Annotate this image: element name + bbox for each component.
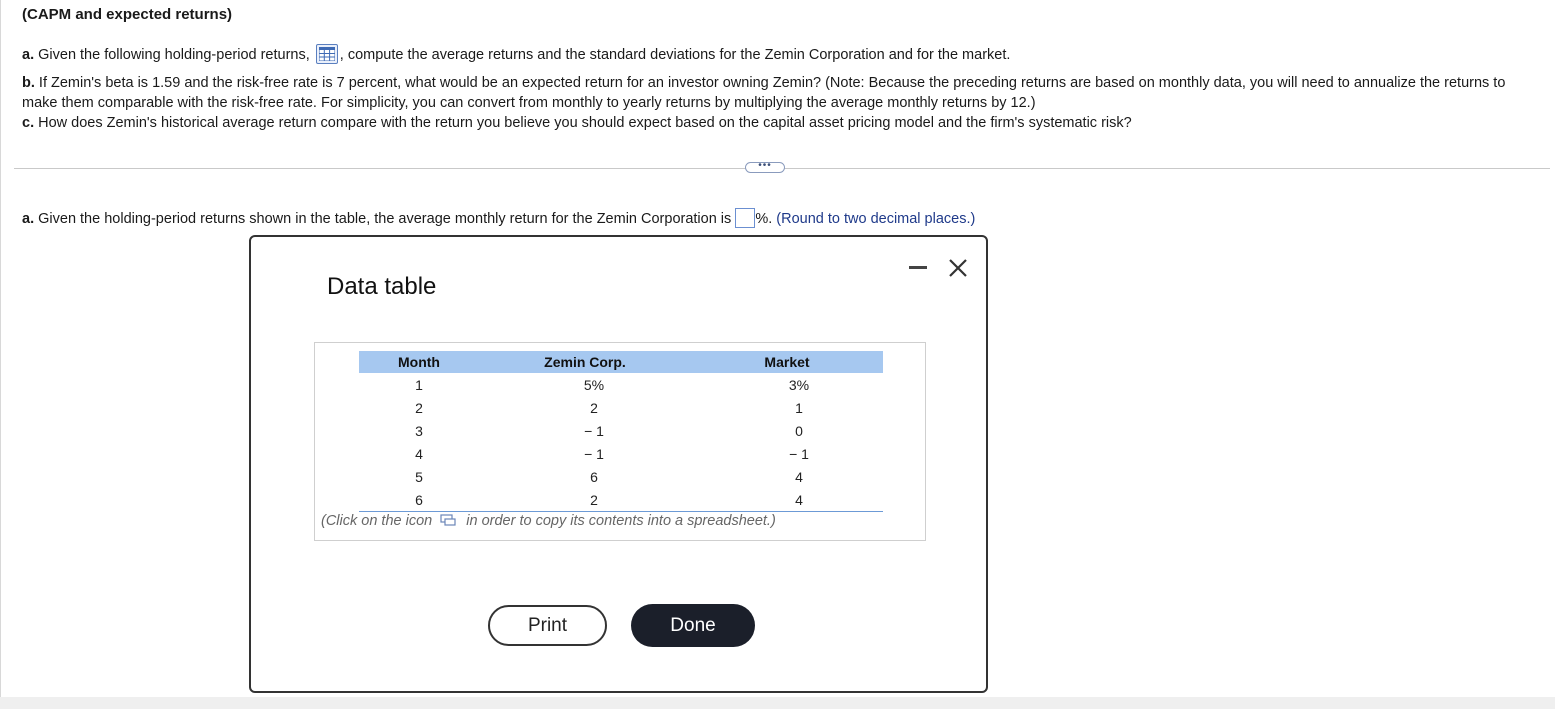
part-b-letter: b. — [22, 75, 35, 91]
answer-letter: a. — [22, 211, 35, 227]
cell-month: 5 — [415, 468, 423, 485]
question-part-c: c. How does Zemin's historical average r… — [22, 113, 1132, 133]
cell-market: − 1 — [789, 445, 809, 462]
answer-prompt: a. Given the holding-period returns show… — [22, 208, 975, 229]
part-c-text: How does Zemin's historical average retu… — [38, 115, 1132, 131]
table-row: 3 − 1 0 — [359, 419, 883, 442]
cell-month: 1 — [415, 376, 423, 393]
table-row: 2 2 1 — [359, 396, 883, 419]
table-row: 1 5% 3% — [359, 373, 883, 396]
data-table-dialog: Data table Month Zemin Corp. Market 1 5%… — [249, 235, 988, 693]
copy-instructions: (Click on the icon in order to copy its … — [321, 513, 776, 529]
part-a-letter: a. — [22, 47, 35, 63]
returns-table: Month Zemin Corp. Market 1 5% 3% 2 2 1 3 — [359, 351, 883, 512]
cell-market: 1 — [795, 399, 803, 416]
problem-title: (CAPM and expected returns) — [22, 6, 233, 23]
cell-zemin: − 1 — [584, 445, 604, 462]
part-c-letter: c. — [22, 115, 35, 131]
question-part-b: b. If Zemin's beta is 1.59 and the risk-… — [22, 73, 1537, 113]
part-b-text: If Zemin's beta is 1.59 and the risk-fre… — [22, 75, 1506, 111]
copy-note-after: in order to copy its contents into a spr… — [466, 513, 776, 529]
cell-zemin: 5% — [583, 376, 605, 393]
answer-suffix: %. — [755, 211, 773, 227]
cell-market: 4 — [795, 468, 803, 485]
answer-hint: (Round to two decimal places.) — [776, 211, 976, 227]
cell-market: 0 — [795, 422, 803, 439]
table-row: 5 6 4 — [359, 465, 883, 488]
data-table-grid-icon[interactable] — [315, 44, 338, 64]
minimize-icon[interactable] — [909, 266, 927, 269]
answer-text: Given the holding-period returns shown i… — [38, 211, 732, 227]
close-icon[interactable] — [947, 257, 969, 279]
header-zemin: Zemin Corp. — [479, 351, 691, 373]
cell-market: 3% — [788, 376, 810, 393]
copy-note-before: (Click on the icon — [321, 513, 433, 529]
header-market: Market — [691, 351, 883, 373]
question-part-a: a. Given the following holding-period re… — [22, 44, 1010, 65]
table-header-row: Month Zemin Corp. Market — [359, 351, 883, 373]
page-left-border — [0, 0, 1, 697]
data-table-container: Month Zemin Corp. Market 1 5% 3% 2 2 1 3 — [314, 342, 926, 541]
expand-more-button[interactable]: ••• — [745, 161, 785, 173]
cell-zemin: 2 — [479, 488, 691, 512]
part-a-text-before: Given the following holding-period retur… — [38, 47, 310, 63]
cell-month: 4 — [415, 445, 423, 462]
copy-icon[interactable] — [440, 514, 456, 527]
dialog-title: Data table — [327, 273, 437, 300]
cell-zemin: 2 — [590, 399, 598, 416]
page-footer-bar — [0, 697, 1555, 709]
header-month: Month — [359, 351, 479, 373]
table-row: 4 − 1 − 1 — [359, 442, 883, 465]
cell-zemin: 6 — [590, 468, 598, 485]
answer-input[interactable] — [735, 208, 756, 228]
cell-month: 3 — [415, 422, 423, 439]
done-button[interactable]: Done — [631, 604, 755, 647]
table-row: 6 2 4 — [359, 488, 883, 512]
cell-zemin: − 1 — [584, 422, 604, 439]
cell-month: 2 — [415, 399, 423, 416]
print-button[interactable]: Print — [488, 605, 607, 646]
cell-market: 4 — [691, 488, 883, 512]
cell-month: 6 — [359, 488, 479, 512]
part-a-text-after: , compute the average returns and the st… — [339, 47, 1011, 63]
